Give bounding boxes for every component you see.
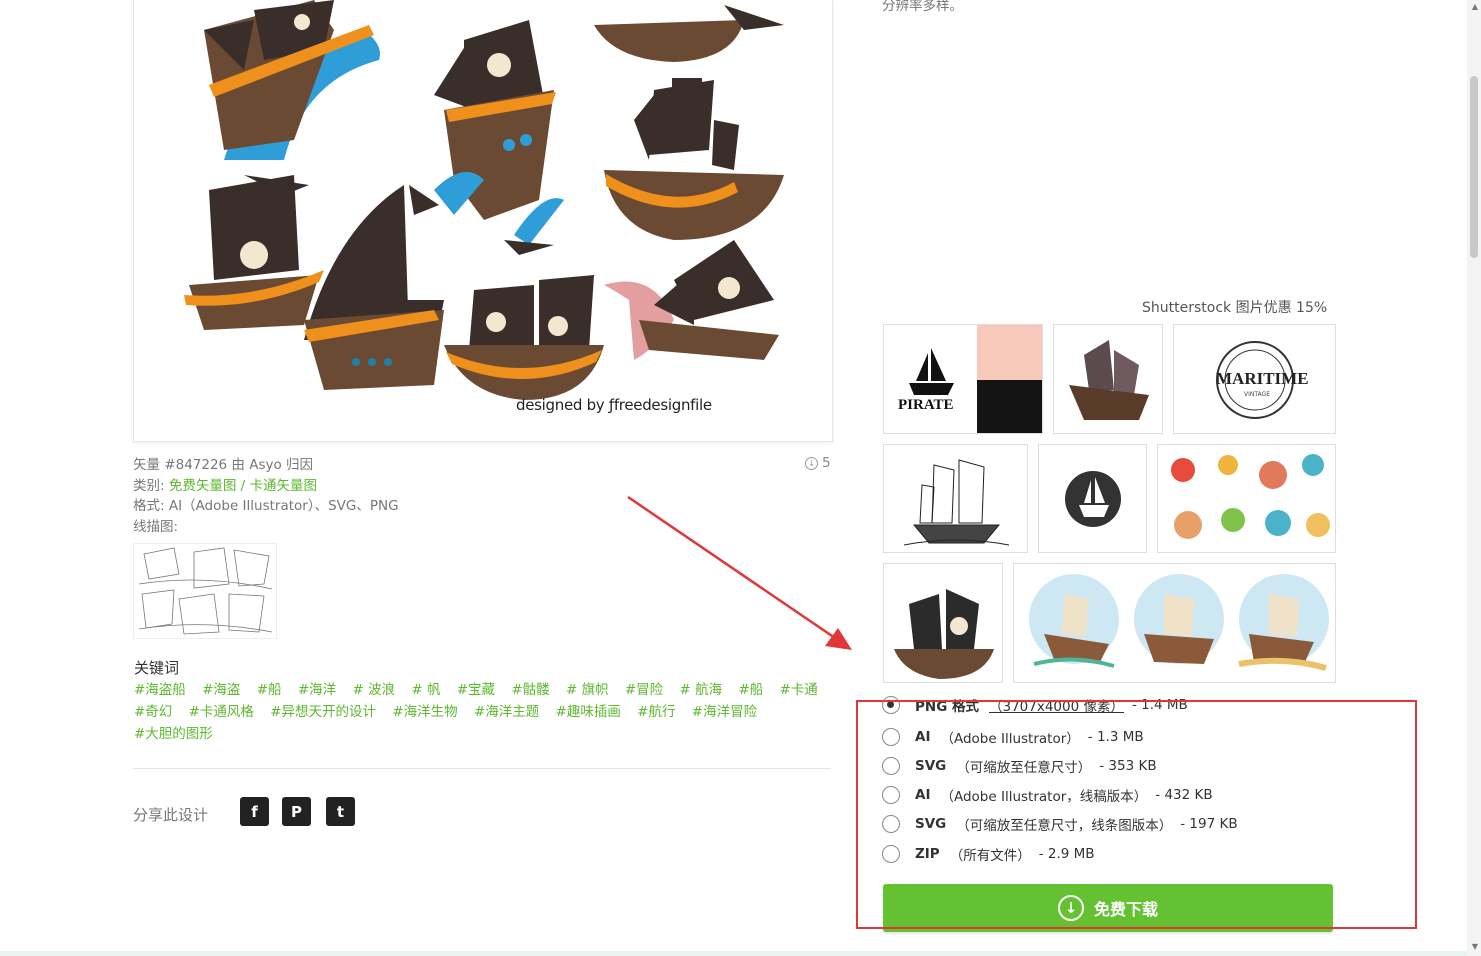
twitter-icon: t bbox=[336, 802, 345, 821]
keyword-link[interactable]: #奇幻 bbox=[134, 704, 172, 720]
shutterstock-thumb-wrecked-ship[interactable] bbox=[1053, 324, 1163, 434]
keyword-link[interactable]: #海洋生物 bbox=[392, 704, 457, 720]
keywords-list: #海盗船 #海盗 #船 #海洋 # 波浪 # 帆 #宝藏 #骷髅 # 旗帜 #冒… bbox=[134, 679, 834, 745]
keyword-link[interactable]: #宝藏 bbox=[457, 682, 495, 698]
keyword-link[interactable]: # 旗帜 bbox=[566, 682, 609, 698]
vector-id-line: 矢量 #847226 由 Asyo 归因 bbox=[133, 457, 314, 473]
format-radio-ai[interactable] bbox=[882, 728, 900, 746]
free-download-label: 免费下载 bbox=[1093, 900, 1158, 919]
format-detail: （Adobe Illustrator） bbox=[940, 731, 1080, 747]
keyword-link[interactable]: #海盗 bbox=[202, 682, 240, 698]
format-detail: （3707x4000 像素） bbox=[988, 699, 1124, 715]
shutterstock-thumb-ship-emblem[interactable] bbox=[1038, 444, 1147, 553]
category-link-free-vectors[interactable]: 免费矢量图 bbox=[169, 478, 237, 494]
format-size: - 1.3 MB bbox=[1087, 729, 1144, 745]
main-preview-image[interactable]: designed by ƒfreedesignfile bbox=[133, 0, 833, 442]
format-size: - 2.9 MB bbox=[1038, 846, 1095, 862]
format-detail: （所有文件） bbox=[949, 848, 1031, 864]
section-divider bbox=[133, 768, 831, 769]
format-name: PNG 格式 bbox=[915, 699, 979, 715]
keyword-link[interactable]: #卡通风格 bbox=[189, 704, 254, 720]
format-size: - 1.4 MB bbox=[1131, 697, 1188, 713]
scroll-down-icon[interactable]: ▼ bbox=[1472, 942, 1478, 951]
scrollbar-thumb[interactable] bbox=[1470, 76, 1478, 258]
format-size: - 353 KB bbox=[1099, 758, 1157, 774]
format-radio-svg-lineart[interactable] bbox=[882, 815, 900, 833]
pinterest-icon: P bbox=[291, 802, 302, 821]
facebook-icon: f bbox=[251, 802, 258, 821]
shutterstock-thumb-pirate-logo[interactable]: PIRATE bbox=[883, 324, 1043, 434]
keyword-link[interactable]: #船 bbox=[738, 682, 763, 698]
keyword-link[interactable]: #卡通 bbox=[780, 682, 818, 698]
keyword-link[interactable]: #海洋 bbox=[298, 682, 336, 698]
keyword-link[interactable]: #航行 bbox=[637, 704, 675, 720]
pinterest-share-button[interactable]: P bbox=[282, 797, 311, 826]
vertical-scrollbar[interactable]: ▲ ▼ bbox=[1467, 0, 1481, 956]
shutterstock-offer-link[interactable]: Shutterstock 图片优惠 15% bbox=[1142, 297, 1327, 317]
format-name: ZIP bbox=[915, 846, 940, 862]
download-count: ↓ 5 bbox=[805, 455, 831, 471]
format-option-zip[interactable]: ZIP （所有文件） - 2.9 MB bbox=[882, 844, 1095, 864]
shutterstock-thumb-engraved-ship[interactable] bbox=[883, 444, 1028, 553]
format-option-ai-lineart[interactable]: AI （Adobe Illustrator，线稿版本） - 432 KB bbox=[882, 785, 1213, 805]
category-line: 类别: 免费矢量图 / 卡通矢量图 bbox=[133, 474, 317, 494]
format-radio-zip[interactable] bbox=[882, 845, 900, 863]
twitter-share-button[interactable]: t bbox=[326, 797, 355, 826]
category-separator: / bbox=[236, 478, 250, 494]
keyword-link[interactable]: #船 bbox=[257, 682, 282, 698]
format-radio-ai-lineart[interactable] bbox=[882, 786, 900, 804]
keyword-link[interactable]: #趣味插画 bbox=[556, 704, 621, 720]
scroll-up-icon[interactable]: ▲ bbox=[1472, 2, 1478, 11]
share-label: 分享此设计 bbox=[133, 806, 209, 824]
format-detail: （Adobe Illustrator，线稿版本） bbox=[940, 789, 1148, 805]
keyword-link[interactable]: #冒险 bbox=[625, 682, 663, 698]
format-option-svg[interactable]: SVG （可缩放至任意尺寸） - 353 KB bbox=[882, 756, 1157, 776]
download-count-icon: ↓ bbox=[805, 456, 818, 470]
download-count-value: 5 bbox=[822, 455, 831, 471]
shutterstock-thumb-pirate-characters[interactable] bbox=[1157, 444, 1336, 553]
bottom-edge-strip bbox=[0, 951, 1467, 956]
resolution-note: 分辨率多样。 bbox=[882, 0, 963, 14]
shutterstock-thumb-shipwrecks[interactable] bbox=[1013, 563, 1336, 683]
keyword-link[interactable]: #海盗船 bbox=[134, 682, 186, 698]
designer-credit: designed by ƒfreedesignfile bbox=[516, 396, 712, 414]
format-detail: （可缩放至任意尺寸） bbox=[956, 760, 1092, 776]
format-name: AI bbox=[915, 729, 931, 745]
format-name: SVG bbox=[915, 816, 947, 832]
pirate-ships-illustration bbox=[184, 0, 784, 400]
keyword-link[interactable]: #海洋冒险 bbox=[692, 704, 757, 720]
keyword-link[interactable]: #异想天开的设计 bbox=[270, 704, 376, 720]
lineart-label: 线描图: bbox=[133, 519, 179, 535]
category-label: 类别: bbox=[133, 478, 165, 494]
maritime-logo-text: MARITIME bbox=[1216, 369, 1309, 388]
download-arrow-icon: ↓ bbox=[1057, 895, 1084, 921]
page: designed by ƒfreedesignfile 矢量 #847226 由… bbox=[0, 0, 1481, 956]
keyword-link[interactable]: # 波浪 bbox=[352, 682, 395, 698]
free-download-button[interactable]: ↓ 免费下载 bbox=[883, 884, 1333, 932]
format-size: - 432 KB bbox=[1155, 787, 1213, 803]
lineart-thumbnail[interactable] bbox=[133, 543, 277, 639]
format-name: SVG bbox=[915, 758, 947, 774]
pirate-logo-text: PIRATE bbox=[898, 397, 954, 413]
category-link-cartoon-vectors[interactable]: 卡通矢量图 bbox=[250, 478, 318, 494]
format-radio-svg[interactable] bbox=[882, 757, 900, 775]
keyword-link[interactable]: #大胆的图形 bbox=[134, 726, 213, 742]
keyword-link[interactable]: # 航海 bbox=[679, 682, 722, 698]
format-size: - 197 KB bbox=[1180, 816, 1238, 832]
format-option-png[interactable]: PNG 格式 （3707x4000 像素） - 1.4 MB bbox=[882, 695, 1188, 715]
format-option-ai[interactable]: AI （Adobe Illustrator） - 1.3 MB bbox=[882, 727, 1144, 747]
format-line: 格式: AI（Adobe Illustrator）、SVG、PNG bbox=[133, 498, 399, 514]
shutterstock-thumb-cartoon-pirate-ship[interactable] bbox=[883, 563, 1003, 683]
format-detail: （可缩放至任意尺寸，线条图版本） bbox=[956, 818, 1173, 834]
keyword-link[interactable]: #海洋主题 bbox=[474, 704, 539, 720]
keyword-link[interactable]: #骷髅 bbox=[511, 682, 549, 698]
shutterstock-thumb-maritime[interactable]: MARITIME VINTAGE bbox=[1173, 324, 1336, 434]
facebook-share-button[interactable]: f bbox=[240, 797, 269, 826]
keyword-link[interactable]: # 帆 bbox=[411, 682, 440, 698]
vintage-logo-text: VINTAGE bbox=[1244, 391, 1271, 398]
keywords-title: 关键词 bbox=[134, 659, 180, 677]
format-radio-png[interactable] bbox=[882, 696, 900, 714]
format-option-svg-lineart[interactable]: SVG （可缩放至任意尺寸，线条图版本） - 197 KB bbox=[882, 814, 1238, 834]
format-name: AI bbox=[915, 787, 931, 803]
